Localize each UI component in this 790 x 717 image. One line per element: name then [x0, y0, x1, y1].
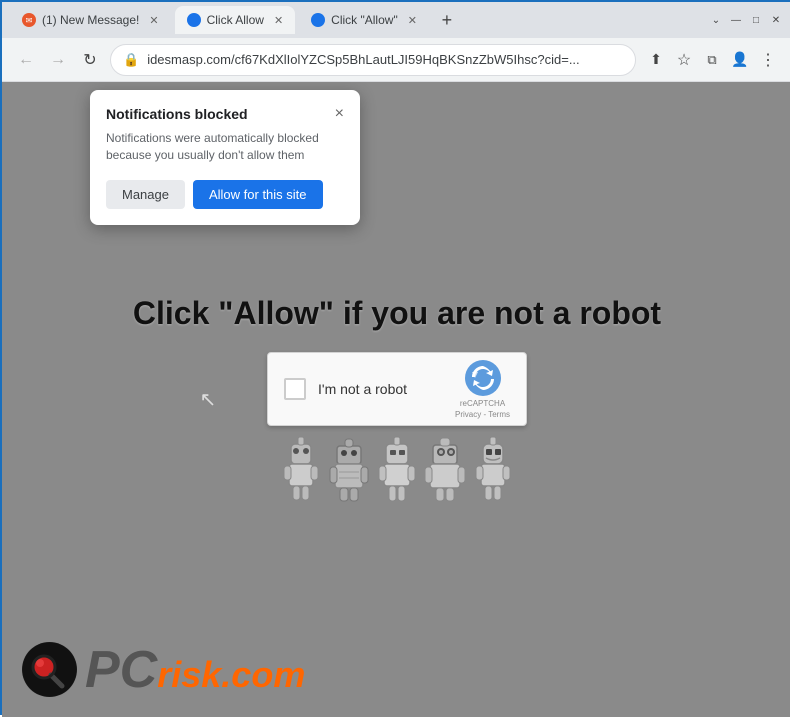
pcrisk-logo-area: PC risk.com — [22, 642, 305, 697]
tab1-close[interactable]: ✕ — [149, 14, 158, 27]
notif-buttons: Manage Allow for this site — [106, 180, 344, 209]
pcrisk-icon — [22, 642, 77, 697]
tab1-title: (1) New Message! — [42, 13, 139, 27]
tab2-title: Click Allow — [207, 13, 264, 27]
bookmark-icon[interactable]: ☆ — [672, 48, 696, 72]
tab1-favicon: ✉ — [22, 13, 36, 27]
reload-button[interactable]: ↻ — [78, 48, 102, 72]
pcrisk-text-area: PC risk.com — [85, 644, 305, 696]
recaptcha-terms: Terms — [488, 410, 510, 419]
forward-button[interactable]: → — [46, 48, 70, 72]
notif-title: Notifications blocked — [106, 106, 248, 122]
url-text: idesmasp.com/cf67KdXlIolYZCSp5BhLautLJI5… — [147, 52, 623, 67]
tab3-favicon — [311, 13, 325, 27]
robots-illustration — [281, 434, 513, 504]
captcha-widget[interactable]: I'm not a robot reCAPTCHA Privacy - Te — [267, 352, 527, 426]
nav-right-icons: ⬆ ☆ ⧉ 👤 ⋮ — [644, 48, 780, 72]
nav-bar: ← → ↻ 🔒 idesmasp.com/cf67KdXlIolYZCSp5Bh… — [2, 38, 790, 82]
page-content: Notifications blocked × Notifications we… — [2, 82, 790, 717]
profile-icon[interactable]: 👤 — [728, 48, 752, 72]
recaptcha-logo — [464, 359, 502, 397]
chevron-icon[interactable]: ⌄ — [708, 12, 724, 28]
notif-close-button[interactable]: × — [335, 106, 344, 122]
menu-icon[interactable]: ⋮ — [756, 48, 780, 72]
recaptcha-brand: reCAPTCHA — [460, 399, 505, 408]
tab2-close[interactable]: ✕ — [274, 14, 283, 27]
tab-new-message[interactable]: ✉ (1) New Message! ✕ — [10, 6, 171, 34]
recaptcha-privacy: Privacy — [455, 410, 481, 419]
robot-2 — [329, 434, 369, 504]
tab2-favicon — [187, 13, 201, 27]
close-button[interactable]: ✕ — [768, 12, 784, 28]
robot-5 — [473, 434, 513, 504]
pcrisk-icon-svg — [22, 642, 77, 697]
pcrisk-risk: risk.com — [157, 657, 305, 693]
extensions-icon[interactable]: ⧉ — [700, 48, 724, 72]
captcha-right: reCAPTCHA Privacy - Terms — [455, 359, 510, 419]
tab-click-allow-quoted[interactable]: Click "Allow" ✕ — [299, 6, 429, 34]
main-heading: Click "Allow" if you are not a robot — [133, 295, 661, 332]
browser-window: ✉ (1) New Message! ✕ Click Allow ✕ Click… — [2, 2, 790, 717]
lock-icon: 🔒 — [123, 52, 139, 68]
allow-button[interactable]: Allow for this site — [193, 180, 323, 209]
manage-button[interactable]: Manage — [106, 180, 185, 209]
share-icon[interactable]: ⬆ — [644, 48, 668, 72]
cursor-indicator: ↖ — [200, 387, 217, 412]
notification-popup: Notifications blocked × Notifications we… — [90, 90, 360, 225]
window-controls: ⌄ — □ ✕ — [708, 12, 784, 28]
captcha-label: I'm not a robot — [318, 381, 407, 397]
robot-3 — [377, 434, 417, 504]
recaptcha-links: Privacy - Terms — [455, 410, 510, 419]
tab3-title: Click "Allow" — [331, 13, 398, 27]
captcha-left: I'm not a robot — [284, 378, 407, 400]
robot-1 — [281, 434, 321, 504]
back-button[interactable]: ← — [14, 48, 38, 72]
notif-header: Notifications blocked × — [106, 106, 344, 122]
robot-4 — [425, 434, 465, 504]
maximize-button[interactable]: □ — [748, 12, 764, 28]
tab-click-allow[interactable]: Click Allow ✕ — [175, 6, 296, 34]
captcha-checkbox[interactable] — [284, 378, 306, 400]
pcrisk-pc: PC — [85, 644, 157, 696]
tab3-close[interactable]: ✕ — [408, 14, 417, 27]
title-bar: ✉ (1) New Message! ✕ Click Allow ✕ Click… — [2, 2, 790, 38]
new-tab-button[interactable]: + — [433, 6, 461, 34]
notif-body: Notifications were automatically blocked… — [106, 130, 344, 164]
address-bar[interactable]: 🔒 idesmasp.com/cf67KdXlIolYZCSp5BhLautLJ… — [110, 44, 636, 76]
minimize-button[interactable]: — — [728, 12, 744, 28]
